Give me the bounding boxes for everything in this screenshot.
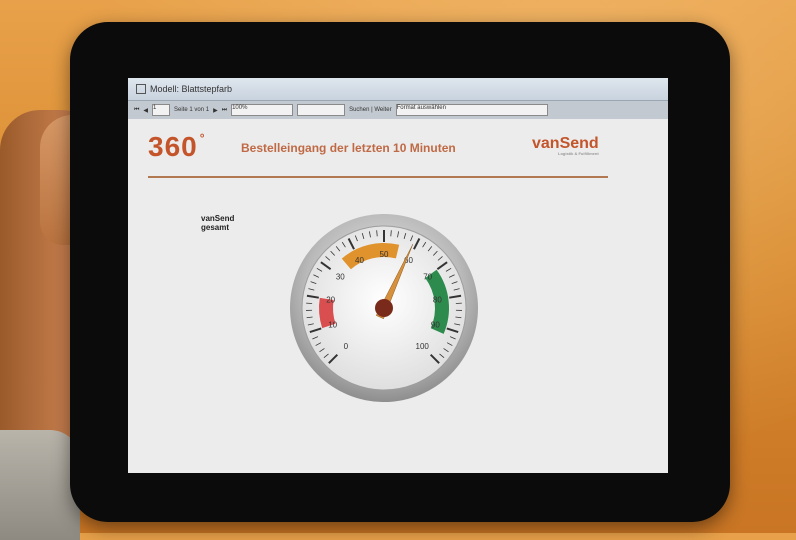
next-page-icon[interactable]: ▶ <box>213 107 218 114</box>
window-title: Modell: Blattstepfarb <box>150 84 232 94</box>
brand-name: vanSend <box>532 135 599 152</box>
search-input[interactable] <box>297 104 345 116</box>
gauge-tick-label: 10 <box>328 321 337 330</box>
gauge-tick-label: 50 <box>380 250 389 259</box>
photo-scene: Modell: Blattstepfarb ⏮ ◀ 1 Seite 1 von … <box>0 0 796 533</box>
gauge-minor-tick <box>377 230 378 236</box>
order-gauge: 0102030405060708090100 <box>286 210 482 406</box>
app-icon <box>136 84 146 94</box>
last-page-icon[interactable]: ⏭ <box>222 107 227 114</box>
brand-logo: vanSend Logistik & Fulfillment <box>532 135 599 156</box>
gauge-tick-label: 70 <box>423 272 432 281</box>
gauge-label-line1: vanSend <box>201 214 234 223</box>
gauge-label: vanSend gesamt <box>201 214 234 232</box>
gauge-tick-label: 90 <box>431 321 440 330</box>
page-count-label: Seite 1 von 1 <box>174 107 209 113</box>
prev-page-icon[interactable]: ◀ <box>143 107 148 114</box>
gauge-tick-label: 40 <box>355 256 364 265</box>
logo-360-text: 360 <box>148 131 198 162</box>
page-number-input[interactable]: 1 <box>152 104 170 116</box>
search-links[interactable]: Suchen | Weiter <box>349 107 391 113</box>
logo-360: 360° <box>148 131 206 163</box>
report-toolbar: ⏮ ◀ 1 Seite 1 von 1 ▶ ⏭ 100% Suchen | We… <box>128 101 668 120</box>
title-divider <box>148 176 608 178</box>
gauge-minor-tick <box>391 230 392 236</box>
logo-360-degree: ° <box>200 131 206 145</box>
sleeve <box>0 430 80 540</box>
format-select[interactable]: Format auswählen <box>396 104 548 116</box>
report-canvas: 360° Bestelleingang der letzten 10 Minut… <box>128 119 668 473</box>
gauge-hub <box>375 299 393 317</box>
report-title: Bestelleingang der letzten 10 Minuten <box>241 141 456 155</box>
gauge-tick-label: 80 <box>433 296 442 305</box>
gauge-tick-label: 100 <box>416 342 430 351</box>
zoom-select[interactable]: 100% <box>231 104 293 116</box>
first-page-icon[interactable]: ⏮ <box>134 107 139 114</box>
gauge-label-line2: gesamt <box>201 223 234 232</box>
gauge-tick-label: 0 <box>344 342 349 351</box>
window-titlebar: Modell: Blattstepfarb <box>128 78 668 101</box>
gauge-tick-label: 30 <box>336 272 345 281</box>
gauge-tick-label: 20 <box>326 296 335 305</box>
tablet-screen: Modell: Blattstepfarb ⏮ ◀ 1 Seite 1 von … <box>128 78 668 473</box>
